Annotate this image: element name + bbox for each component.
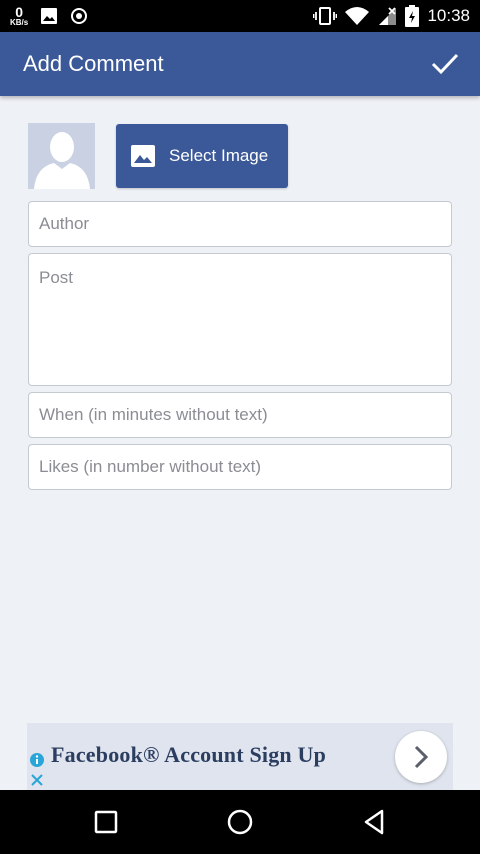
likes-field[interactable]: Likes (in number without text): [28, 444, 452, 490]
check-icon: [431, 53, 459, 75]
status-bar-left: 0 KB/s: [10, 0, 88, 32]
navigation-bar: [0, 790, 480, 854]
status-bar: 0 KB/s 10:38: [0, 0, 480, 32]
avatar[interactable]: [28, 123, 95, 189]
status-bar-right: 10:38: [313, 0, 470, 32]
vibrate-icon: [313, 7, 338, 25]
home-icon: [227, 809, 253, 835]
battery-icon: [405, 5, 420, 27]
ad-open-button[interactable]: [395, 731, 447, 783]
image-icon: [131, 145, 155, 167]
save-button[interactable]: [430, 50, 460, 78]
info-icon[interactable]: [29, 752, 45, 768]
post-field[interactable]: Post: [28, 253, 452, 386]
close-icon[interactable]: [29, 772, 45, 788]
back-icon: [364, 809, 384, 835]
app-bar: Add Comment: [0, 32, 480, 96]
when-field[interactable]: When (in minutes without text): [28, 392, 452, 438]
page-title: Add Comment: [23, 51, 164, 76]
home-button[interactable]: [224, 806, 256, 838]
person-silhouette-icon: [28, 123, 95, 189]
net-speed-unit: KB/s: [10, 18, 29, 27]
net-speed-value: 0: [15, 4, 24, 20]
likes-placeholder: Likes (in number without text): [39, 457, 262, 476]
wifi-icon: [345, 7, 370, 25]
select-image-button[interactable]: Select Image: [116, 124, 288, 188]
photo-icon: [41, 8, 58, 24]
author-placeholder: Author: [39, 214, 90, 233]
chevron-right-icon: [414, 745, 429, 769]
ad-headline: Facebook® Account Sign Up: [51, 742, 327, 767]
recents-icon: [94, 810, 118, 834]
post-placeholder: Post: [39, 268, 74, 287]
signal-icon: [379, 7, 397, 25]
select-image-label: Select Image: [169, 146, 269, 165]
recents-button[interactable]: [90, 806, 122, 838]
net-speed-indicator: 0 KB/s: [10, 5, 28, 27]
ad-banner[interactable]: Facebook® Account Sign Up: [27, 723, 453, 790]
record-icon: [71, 8, 88, 24]
author-field[interactable]: Author: [28, 201, 452, 247]
back-button[interactable]: [358, 806, 390, 838]
clock: 10:38: [427, 6, 470, 25]
when-placeholder: When (in minutes without text): [39, 405, 268, 424]
